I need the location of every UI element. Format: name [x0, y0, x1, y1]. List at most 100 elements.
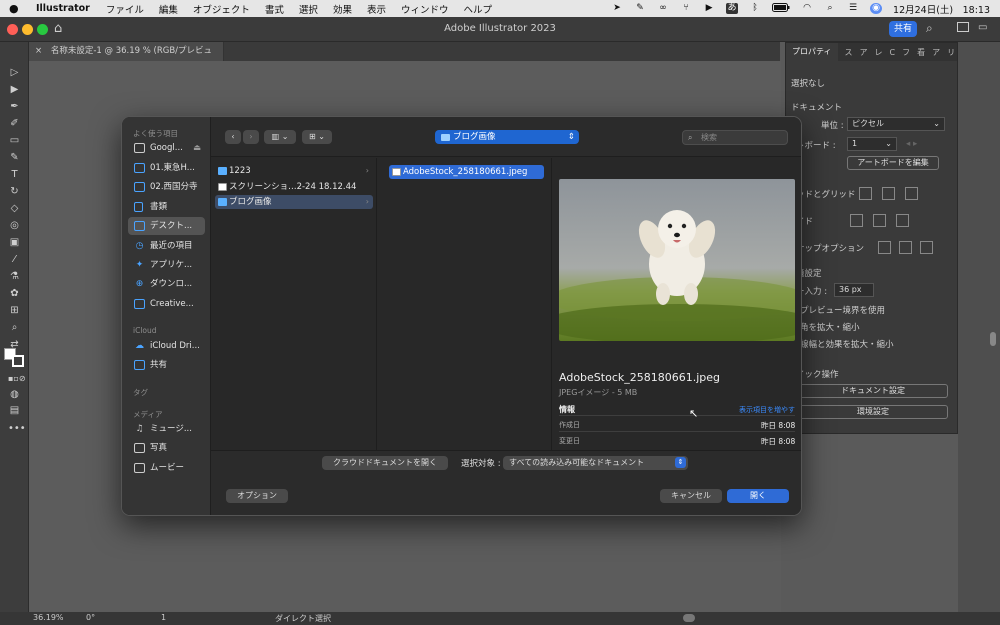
rectangle-tool-icon[interactable]: ▭	[8, 134, 21, 147]
search-icon[interactable]: ⌕	[824, 3, 836, 14]
play-icon[interactable]: ▶	[703, 3, 715, 14]
tab-properties[interactable]: プロパティ	[786, 43, 838, 61]
menu-view[interactable]: 表示	[367, 2, 386, 16]
show-guides-icon[interactable]	[850, 214, 863, 227]
curvature-tool-icon[interactable]: ✐	[8, 117, 21, 130]
sidebar-item-documents[interactable]: 書類	[128, 198, 205, 216]
sidebar-item-photos[interactable]: 写真	[128, 439, 205, 457]
artboard-number[interactable]: 1	[161, 613, 166, 622]
smart-guides-icon[interactable]	[896, 214, 909, 227]
menubar-clock[interactable]: 12月24日(土) 18:13	[893, 2, 990, 16]
screen-mode-icon[interactable]: ▤	[8, 404, 21, 417]
zoom-level[interactable]: 36.19%	[33, 613, 64, 622]
rotation-value[interactable]: 0°	[86, 613, 95, 622]
tab-brushes[interactable]: 看	[917, 47, 925, 58]
show-more-link[interactable]: 表示項目を増やす	[739, 405, 795, 415]
sidebar-item-recents[interactable]: ◷ 最近の項目	[128, 237, 205, 255]
sidebar-item-shared[interactable]: 共有	[128, 356, 205, 374]
tab-color[interactable]: C	[890, 48, 896, 57]
sidebar-item-folder-02[interactable]: 02.西国分寺	[128, 178, 205, 196]
eraser-tool-icon[interactable]: ◇	[8, 202, 21, 215]
cancel-button[interactable]: キャンセル	[660, 489, 722, 503]
sidebar-item-music[interactable]: ♫ ミュージ...	[128, 420, 205, 438]
bluetooth-icon[interactable]: ᛒ	[749, 3, 761, 14]
sidebar-item-icloud-drive[interactable]: ☁ iCloud Dri...	[128, 337, 205, 355]
sidebar-item-movies[interactable]: ムービー	[128, 459, 205, 477]
preferences-button[interactable]: 環境設定	[798, 405, 948, 419]
file-row-1223[interactable]: 1223 ›	[215, 164, 373, 178]
color-mode-icon[interactable]: ▪▫⊘	[8, 372, 26, 385]
document-tab[interactable]: × 名称未設定-1 @ 36.19 % (RGB/プレビュー)	[29, 42, 224, 75]
sidebar-item-creative-cloud[interactable]: Creative...	[128, 295, 205, 313]
path-popup[interactable]: ブログ画像 ⇕	[435, 130, 579, 144]
enable-select[interactable]: すべての読み込み可能なドキュメント ⇕	[503, 456, 688, 470]
pen-icon[interactable]: ✎	[634, 3, 646, 14]
grid-icon[interactable]	[882, 187, 895, 200]
transparency-grid-icon[interactable]	[905, 187, 918, 200]
search-icon[interactable]: ⌕	[926, 21, 933, 36]
column-view-button[interactable]: ▥ ⌄	[264, 130, 296, 144]
menu-object[interactable]: オブジェクト	[193, 2, 250, 16]
sidebar-item-downloads[interactable]: ⊕ ダウンロ...	[128, 275, 205, 293]
current-tool-label[interactable]: ダイレクト選択	[275, 613, 331, 624]
fork-icon[interactable]: ⑂	[680, 3, 692, 14]
eyedropper-tool-icon[interactable]: ⁄	[8, 253, 21, 266]
ruler-icon[interactable]	[859, 187, 872, 200]
more-tools-icon[interactable]: •••	[8, 422, 26, 435]
search-field[interactable]: ⌕ 検索	[682, 130, 788, 145]
artboard-tool-icon[interactable]: ⊞	[8, 304, 21, 317]
warp-tool-icon[interactable]: ◎	[8, 219, 21, 232]
tab-layers[interactable]: レ	[875, 47, 883, 58]
snap-to-pixel-icon[interactable]	[920, 241, 933, 254]
input-method-icon[interactable]: あ	[726, 3, 739, 14]
creative-cloud-icon[interactable]: ∞	[657, 3, 669, 14]
pen-tool-icon[interactable]: ✒	[8, 100, 21, 113]
tab-graphic-styles[interactable]: フ	[902, 47, 910, 58]
scale-corners-checkbox[interactable]: 角を拡大・縮小	[800, 321, 860, 333]
sidebar-item-desktop[interactable]: デスクト...	[128, 217, 205, 235]
menu-edit[interactable]: 編集	[159, 2, 178, 16]
close-tab-icon[interactable]: ×	[35, 46, 42, 56]
forward-button[interactable]: ›	[243, 130, 259, 144]
menu-effect[interactable]: 効果	[333, 2, 352, 16]
menu-select[interactable]: 選択	[299, 2, 318, 16]
arrange-icon[interactable]: ▭	[978, 22, 987, 33]
draw-mode-icon[interactable]: ◍	[8, 388, 21, 401]
group-view-button[interactable]: ⊞ ⌄	[302, 130, 332, 144]
horizontal-scrollbar[interactable]	[683, 614, 695, 622]
preview-bounds-checkbox[interactable]: プレビュー境界を使用	[800, 304, 885, 316]
tab-links[interactable]: リ	[947, 47, 955, 58]
stroke-color-swatch[interactable]	[12, 355, 24, 367]
key-input-field[interactable]: 36 px	[834, 283, 874, 297]
menu-help[interactable]: ヘルプ	[463, 2, 492, 16]
artboard-select[interactable]: 1 ⌄	[847, 137, 897, 151]
file-row-adobestock[interactable]: AdobeStock_258180661.jpeg	[389, 165, 544, 179]
menu-type[interactable]: 書式	[265, 2, 284, 16]
siri-icon[interactable]: ◉	[870, 3, 883, 14]
menu-file[interactable]: ファイル	[106, 2, 144, 16]
back-button[interactable]: ‹	[225, 130, 241, 144]
artboard-nav-icon[interactable]: ◂ ▸	[906, 139, 917, 149]
rotate-tool-icon[interactable]: ↻	[8, 185, 21, 198]
location-icon[interactable]: ➤	[611, 3, 623, 14]
file-row-blog-images[interactable]: ブログ画像 ›	[215, 195, 373, 209]
scale-strokes-checkbox[interactable]: 線幅と効果を拡大・縮小	[800, 338, 894, 350]
wifi-icon[interactable]: ◠	[801, 3, 813, 14]
options-button[interactable]: オプション	[226, 489, 288, 503]
file-row-screenshot[interactable]: スクリーンショ…2-24 18.12.44	[215, 180, 373, 194]
share-button[interactable]: 共有	[889, 21, 917, 37]
battery-icon[interactable]	[772, 3, 790, 14]
direct-selection-tool-icon[interactable]: ▶	[8, 83, 21, 96]
tab-swatches[interactable]: ス	[845, 47, 853, 58]
document-settings-button[interactable]: ドキュメント設定	[798, 384, 948, 398]
workspace-icon[interactable]	[957, 22, 969, 32]
edit-artboard-button[interactable]: アートボードを編集	[847, 156, 939, 170]
tab-align[interactable]: ア	[932, 47, 940, 58]
tab-appearance[interactable]: ア	[860, 47, 868, 58]
sidebar-item-applications[interactable]: ✦ アプリケ...	[128, 256, 205, 274]
selection-tool-icon[interactable]: ▷	[8, 66, 21, 79]
gradient-tool-icon[interactable]: ▣	[8, 236, 21, 249]
blend-tool-icon[interactable]: ⚗	[8, 270, 21, 283]
unit-select[interactable]: ピクセル ⌄	[847, 117, 945, 131]
open-button[interactable]: 開く	[727, 489, 789, 503]
